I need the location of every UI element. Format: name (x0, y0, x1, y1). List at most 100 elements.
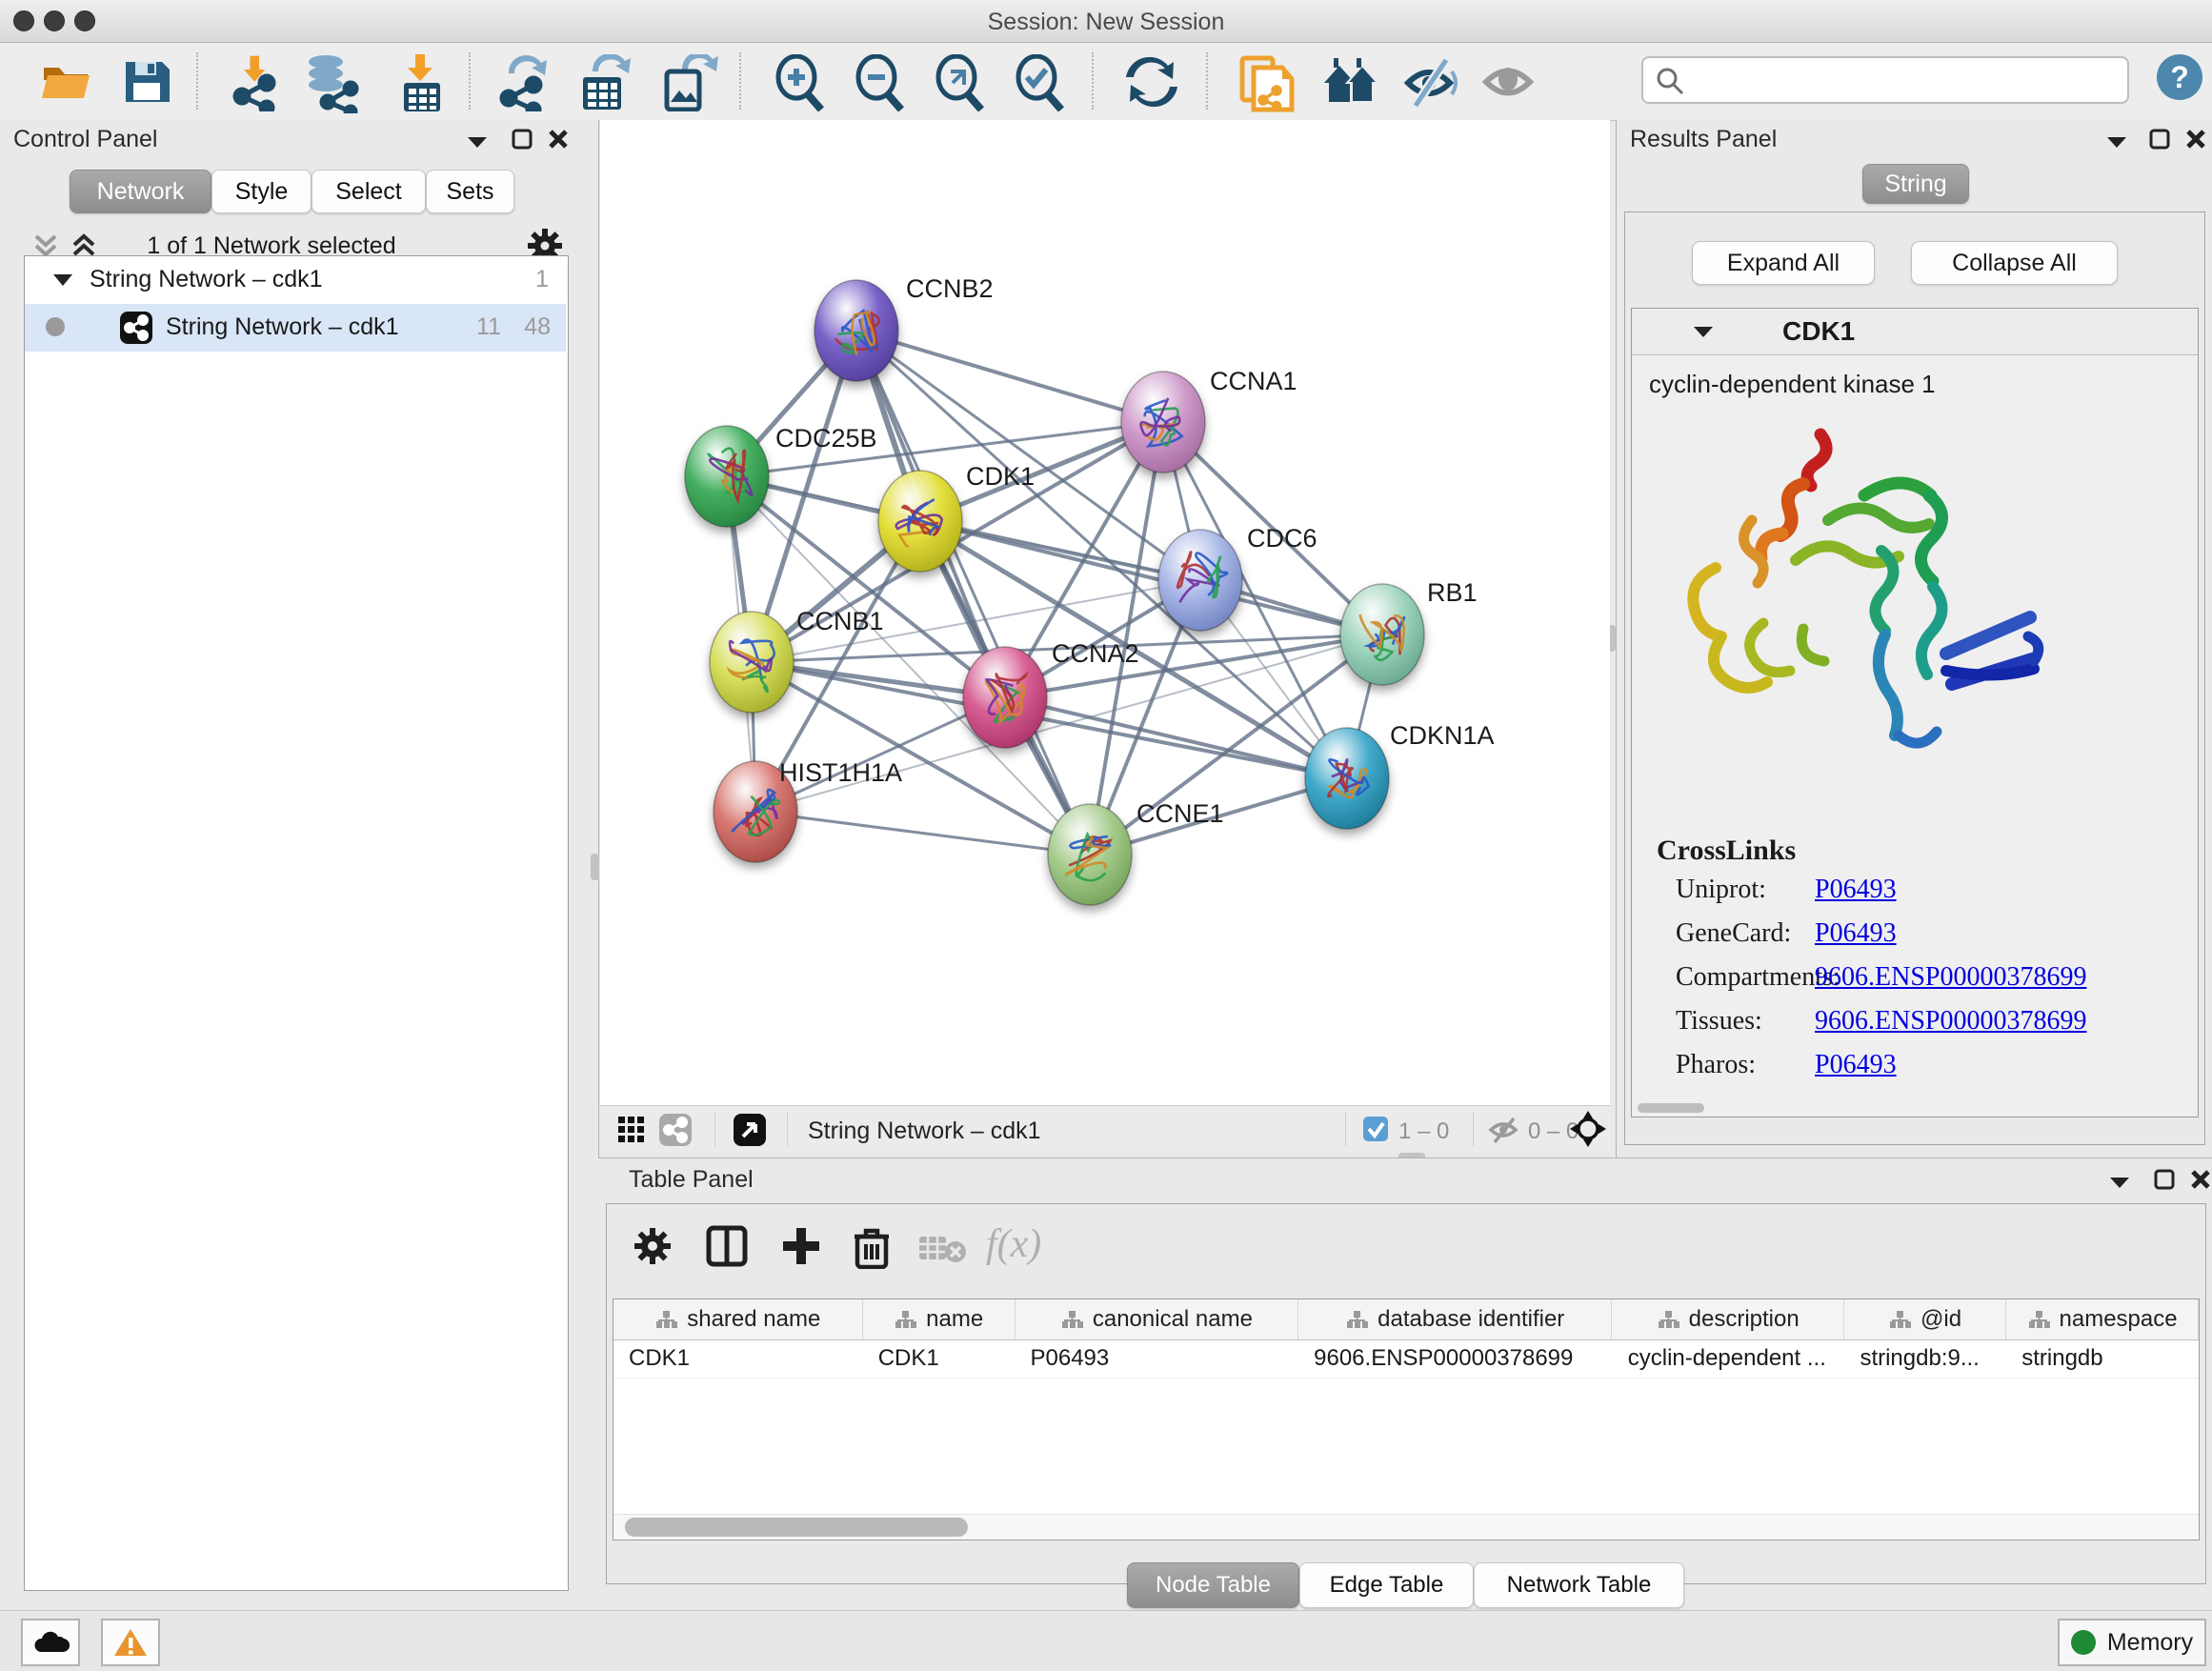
tab-network-table[interactable]: Network Table (1474, 1562, 1684, 1608)
string-documents-icon[interactable] (1238, 54, 1297, 113)
network-row[interactable]: String Network – cdk1 11 48 (25, 304, 566, 352)
tab-style[interactable]: Style (211, 170, 312, 213)
tab-network[interactable]: Network (70, 170, 211, 213)
results-panel-menu-icon[interactable] (2104, 133, 2129, 151)
save-session-icon[interactable] (120, 54, 173, 108)
table-cell[interactable]: CDK1 (863, 1339, 1016, 1378)
warning-icon (112, 1627, 149, 1658)
table-panel-menu-icon[interactable] (2107, 1174, 2132, 1191)
import-network-file-icon[interactable] (229, 54, 286, 111)
tab-sets[interactable]: Sets (426, 170, 514, 213)
expand-all-button[interactable]: Expand All (1692, 241, 1875, 285)
toolbar-separator (787, 1112, 788, 1146)
hide-labels-icon[interactable] (1402, 54, 1461, 110)
cloud-icon (31, 1629, 70, 1656)
crosslink-genecard-link[interactable]: P06493 (1815, 918, 1897, 949)
delete-table-icon[interactable] (917, 1233, 967, 1265)
table-panel-close-icon[interactable] (2189, 1168, 2212, 1191)
section-hscroll-thumb[interactable] (1638, 1103, 1704, 1113)
table-cell[interactable]: cyclin-dependent ... (1613, 1339, 1845, 1378)
import-table-icon[interactable] (394, 54, 450, 111)
memory-button[interactable]: Memory (2058, 1619, 2206, 1666)
node-label-CDC6: CDC6 (1247, 524, 1317, 553)
toolbar-separator (739, 52, 741, 110)
grid-view-icon[interactable] (617, 1116, 646, 1144)
warnings-button[interactable] (101, 1619, 160, 1666)
crosslink-tissues-link[interactable]: 9606.ENSP00000378699 (1815, 1006, 2086, 1037)
column-header-canonical-name[interactable]: canonical name (1016, 1299, 1298, 1339)
zoom-out-icon[interactable] (854, 54, 909, 111)
table-panel-float-icon[interactable] (2153, 1168, 2176, 1191)
birdseye-view-icon[interactable] (734, 1114, 766, 1146)
table-cell[interactable]: stringdb:9... (1844, 1339, 2006, 1378)
results-panel-float-icon[interactable] (2148, 128, 2171, 151)
fit-content-crosshair-icon[interactable] (1570, 1111, 1606, 1147)
results-panel: Results Panel String Expand All Collapse… (1616, 120, 2212, 1158)
graph-node-CCNA1[interactable]: CCNA1 (1121, 367, 1297, 473)
add-column-icon[interactable] (780, 1225, 822, 1267)
import-network-database-icon[interactable] (303, 54, 364, 113)
column-header-database-identifier[interactable]: database identifier (1298, 1299, 1612, 1339)
export-table-icon[interactable] (575, 54, 634, 111)
column-header--id[interactable]: @id (1844, 1299, 2006, 1339)
zoom-fit-icon[interactable] (934, 54, 989, 111)
column-header-name[interactable]: name (863, 1299, 1016, 1339)
open-session-icon[interactable] (38, 54, 93, 108)
tab-edge-table[interactable]: Edge Table (1299, 1562, 1474, 1608)
column-attribute-icon (1345, 1309, 1368, 1330)
collapse-all-button[interactable]: Collapse All (1911, 241, 2118, 285)
column-header-shared-name[interactable]: shared name (613, 1299, 863, 1339)
table-cell[interactable]: P06493 (1016, 1339, 1299, 1378)
table-hscroll-thumb[interactable] (625, 1518, 968, 1537)
graph-node-CDC25B[interactable]: CDC25B (685, 424, 877, 527)
table-settings-gear-icon[interactable] (632, 1225, 674, 1267)
graph-node-CDKN1A[interactable]: CDKN1A (1305, 721, 1495, 829)
tab-select[interactable]: Select (312, 170, 426, 213)
zoom-in-icon[interactable] (774, 54, 829, 111)
network-canvas[interactable]: CCNB2CCNA1CDC25BCDK1CDC6RB1CCNB1CCNA2CDK… (600, 120, 1610, 1105)
tab-node-table[interactable]: Node Table (1127, 1562, 1299, 1608)
selected-nodes-checkbox-icon[interactable] (1362, 1116, 1389, 1142)
left-splitter-handle[interactable] (591, 854, 599, 880)
table-cell[interactable]: 9606.ENSP00000378699 (1298, 1339, 1613, 1378)
crosslink-compartments-link[interactable]: 9606.ENSP00000378699 (1815, 962, 2086, 993)
gene-section-header[interactable]: CDK1 (1632, 309, 2198, 355)
table-row[interactable]: CDK1CDK1P064939606.ENSP00000378699cyclin… (613, 1339, 2199, 1379)
network-collection-row[interactable]: String Network – cdk1 1 (25, 256, 566, 304)
graph-node-CDC6[interactable]: CDC6 (1158, 524, 1317, 631)
table-cell[interactable]: stringdb (2006, 1339, 2199, 1378)
network-share-icon[interactable] (659, 1114, 692, 1146)
export-image-icon[interactable] (659, 54, 718, 111)
graph-edge-CCNB2-CCNA1[interactable] (856, 331, 1163, 422)
crosslink-uniprot-link[interactable]: P06493 (1815, 875, 1897, 905)
control-panel-close-icon[interactable] (547, 128, 570, 151)
gene-expander-icon[interactable] (1691, 324, 1716, 341)
control-panel-float-icon[interactable] (511, 128, 533, 151)
delete-column-icon[interactable] (853, 1225, 891, 1269)
network-view-title: String Network – cdk1 (808, 1117, 1041, 1145)
zoom-selected-icon[interactable] (1014, 54, 1069, 111)
show-columns-icon[interactable] (706, 1225, 748, 1267)
crosslink-pharos-link[interactable]: P06493 (1815, 1050, 1897, 1080)
control-panel-title: Control Panel (13, 126, 157, 153)
houses-icon[interactable] (1320, 54, 1381, 110)
results-panel-close-icon[interactable] (2184, 128, 2207, 151)
cloud-status-button[interactable] (21, 1619, 80, 1666)
graph-node-RB1[interactable]: RB1 (1340, 578, 1478, 685)
column-header-description[interactable]: description (1612, 1299, 1844, 1339)
collection-expander-icon[interactable] (51, 272, 74, 289)
apply-layout-icon[interactable] (1124, 54, 1179, 110)
graph-node-CCNE1[interactable]: CCNE1 (1048, 799, 1224, 905)
column-header-namespace[interactable]: namespace (2006, 1299, 2199, 1339)
help-button[interactable]: ? (2157, 54, 2202, 100)
table-cell[interactable]: CDK1 (613, 1339, 863, 1378)
control-panel-menu-icon[interactable] (465, 133, 490, 151)
search-input[interactable] (1693, 62, 2116, 96)
hidden-items-eye-icon[interactable] (1488, 1116, 1520, 1144)
tab-string-results[interactable]: String (1862, 164, 1969, 204)
graph-node-HIST1H1A[interactable]: HIST1H1A (714, 758, 902, 862)
function-builder-icon[interactable]: f(x) (986, 1221, 1041, 1267)
export-network-icon[interactable] (495, 54, 553, 111)
graph-edge-CCNE1-HIST1H1A[interactable] (755, 812, 1090, 855)
show-graphics-icon[interactable] (1482, 54, 1538, 110)
